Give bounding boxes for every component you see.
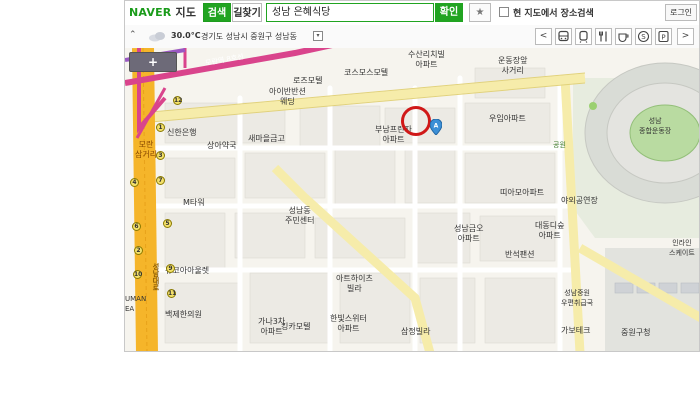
label-suchan-apt[interactable]: 수산리치빌 아파트: [408, 50, 445, 70]
label-gabotech[interactable]: 가보테크: [561, 326, 590, 336]
label-seongnam-daero: 성남대로: [152, 263, 160, 291]
subway-exit-9-icon[interactable]: 9: [166, 264, 175, 273]
location-info-bar: ⌃ 30.0°C 경기도 성남시 중원구 성남동 ▾ < S P >: [125, 25, 699, 49]
label-seongnam-geumo-apt[interactable]: 성남금오 아파트: [454, 224, 483, 244]
current-address: 경기도 성남시 중원구 성남동: [201, 32, 297, 41]
collapse-chevron-icon[interactable]: ⌃: [129, 30, 137, 40]
subway-exit-1-icon[interactable]: 1: [156, 123, 165, 132]
highlight-circle-marker: [401, 106, 431, 136]
svg-text:P: P: [661, 34, 665, 42]
label-ivancien-wedding[interactable]: 아이반반션 웨딩: [269, 87, 306, 107]
label-park[interactable]: 공원: [553, 140, 566, 150]
map-canvas[interactable]: + 모란역 8호선 수산리치빌 아파트 운동장앞 사거리 로즈모텔 코스모스모텔…: [125, 48, 699, 351]
label-text: 성남중원 우편취급국: [561, 289, 594, 307]
tab-search[interactable]: 검색: [203, 3, 231, 22]
label-saemaul-bank[interactable]: 새마을금고: [248, 134, 285, 144]
label-text: 성남동 주민센터: [285, 206, 315, 225]
bus-icon[interactable]: [555, 28, 572, 45]
weather-cloud-icon: [149, 32, 165, 42]
favorites-star-icon[interactable]: ★: [469, 3, 491, 22]
label-inline-skate[interactable]: 인라인 스케이트: [669, 238, 695, 258]
search-input[interactable]: 성남 은혜식당: [266, 3, 434, 22]
naver-map-window: NAVER 지도 검색 길찾기 성남 은혜식당 확인 ★ 현 지도에서 장소검색…: [124, 0, 700, 352]
label-wooim-apt[interactable]: 우임아파트: [489, 114, 526, 124]
label-community-center[interactable]: 성남동 주민센터: [285, 206, 314, 226]
category-next-button[interactable]: >: [677, 28, 694, 45]
label-baekje-clinic[interactable]: 백제한의원: [165, 310, 202, 320]
subway-exit-10-icon[interactable]: 10: [133, 270, 142, 279]
label-cosmos-motel[interactable]: 코스모스모텔: [344, 68, 388, 78]
category-prev-button[interactable]: <: [535, 28, 552, 45]
subway-exit-12-icon[interactable]: 12: [173, 96, 182, 105]
label-ddiamo-apt[interactable]: 띠아모아파트: [500, 188, 544, 198]
label-text: 수산리치빌 아파트: [408, 50, 445, 69]
label-text: UMAN EA: [125, 295, 147, 313]
brand-name: NAVER: [129, 6, 172, 19]
subway-exit-2-icon[interactable]: 2: [134, 246, 143, 255]
naver-logo[interactable]: NAVER 지도: [129, 4, 196, 20]
subway-exit-3-icon[interactable]: 3: [156, 151, 165, 160]
brand-product: 지도: [175, 6, 197, 19]
map-base-layer: [125, 48, 699, 351]
label-text: 한빛스위터 아파트: [330, 314, 367, 333]
label-shinhan-bank[interactable]: 신한은행: [167, 128, 196, 138]
location-pin-a-icon[interactable]: A: [430, 119, 442, 135]
label-uman[interactable]: UMAN EA: [125, 294, 146, 314]
restaurant-icon[interactable]: [595, 28, 612, 45]
label-daedong-apt[interactable]: 대동디숲 아파트: [535, 221, 564, 241]
label-text: 운동장앞 사거리: [498, 56, 528, 75]
label-art-heights-villa[interactable]: 아트하이츠 빌라: [336, 274, 373, 294]
label-samjeong-villa[interactable]: 삼정빌라: [401, 327, 430, 337]
top-search-bar: NAVER 지도 검색 길찾기 성남 은혜식당 확인 ★ 현 지도에서 장소검색…: [125, 1, 699, 26]
search-in-map-label: 현 지도에서 장소검색: [513, 9, 594, 19]
label-text: 대동디숲 아파트: [535, 221, 565, 240]
label-moran-crossroad[interactable]: 모란 삼거리: [135, 140, 157, 160]
svg-text:A: A: [434, 123, 439, 130]
label-text: 아이반반션 웨딩: [269, 87, 306, 106]
zoom-in-button[interactable]: +: [129, 52, 177, 72]
label-seongnam-stadium[interactable]: 성남 종합운동장: [639, 116, 671, 136]
label-sanga-pharmacy[interactable]: 상아약국: [207, 141, 236, 151]
address-dropdown-icon[interactable]: ▾: [313, 31, 323, 41]
tab-directions[interactable]: 길찾기: [232, 3, 262, 22]
label-text: 성남금오 아파트: [454, 224, 484, 243]
label-text: 인라인 스케이트: [669, 239, 695, 257]
label-text: 아트하이츠 빌라: [336, 274, 373, 293]
shopping-icon[interactable]: S: [635, 28, 652, 45]
label-hanbit-apt[interactable]: 한빛스위터 아파트: [330, 314, 367, 334]
label-sports-front-crossroad[interactable]: 운동장앞 사거리: [498, 56, 527, 76]
subway-exit-7-icon[interactable]: 7: [156, 176, 165, 185]
subway-exit-4-icon[interactable]: 4: [130, 178, 139, 187]
subway-exit-5-icon[interactable]: 5: [163, 219, 172, 228]
label-post-office[interactable]: 성남중원 우편취급국: [561, 288, 593, 308]
search-submit-button[interactable]: 확인: [435, 3, 463, 22]
temperature-text: 30.0°C: [171, 31, 201, 40]
label-text: 성남 종합운동장: [639, 117, 672, 135]
label-king-motel[interactable]: 킹카모텔: [281, 322, 310, 332]
subway-icon[interactable]: [575, 28, 592, 45]
label-m-tower[interactable]: M타워: [183, 198, 205, 208]
cafe-icon[interactable]: [615, 28, 632, 45]
label-outdoor-stage[interactable]: 야외공연장: [561, 196, 598, 206]
label-rose-motel[interactable]: 로즈모텔: [293, 76, 322, 86]
label-jungwon-gu-office[interactable]: 중원구청: [621, 328, 650, 338]
label-text: 모란 삼거리: [135, 140, 158, 159]
svg-text:S: S: [641, 33, 646, 41]
label-banseok-pension[interactable]: 반석팬션: [505, 250, 534, 260]
subway-exit-11-icon[interactable]: 11: [167, 289, 176, 298]
subway-exit-6-icon[interactable]: 6: [132, 222, 141, 231]
login-button[interactable]: 로그인: [665, 4, 697, 21]
parking-icon[interactable]: P: [655, 28, 672, 45]
search-in-map-checkbox[interactable]: [499, 7, 509, 17]
